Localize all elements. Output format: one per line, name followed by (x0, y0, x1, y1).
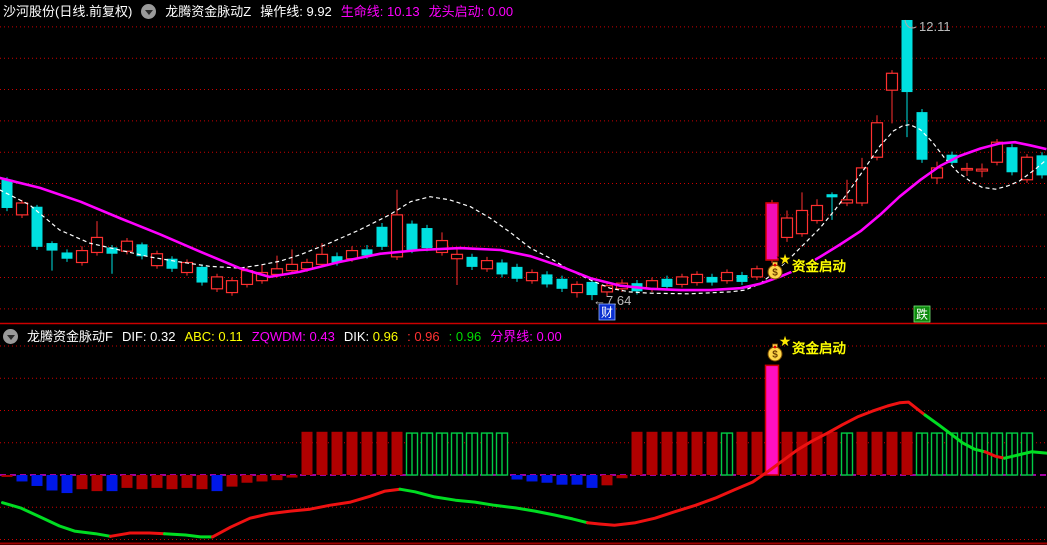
main-indicator-name[interactable]: 龙腾资金脉动Z (165, 3, 251, 20)
param-dik: DIK: 0.96 (343, 329, 399, 344)
chevron-glyph (144, 10, 153, 15)
sub-chart-area[interactable] (0, 346, 1047, 542)
main-chart-area[interactable] (0, 22, 1047, 322)
param-dif: DIF: 0.32 (121, 329, 176, 344)
param-longtou-qidong: 龙头启动: 0.00 (428, 4, 514, 19)
param-red-096: : 0.96 (407, 329, 440, 344)
param-caozuoxian: 操作线: 9.92 (260, 4, 332, 19)
param-abc: ABC: 0.11 (184, 329, 243, 344)
sub-indicator-name[interactable]: 龙腾资金脉动F (27, 328, 113, 345)
param-zqwdm: ZQWDM: 0.43 (251, 329, 335, 344)
main-chart-header: 沙河股份(日线.前复权) 龙腾资金脉动Z 操作线: 9.92 生命线: 10.1… (3, 3, 513, 20)
stock-chart-app: 沙河股份(日线.前复权) 龙腾资金脉动Z 操作线: 9.92 生命线: 10.1… (0, 0, 1047, 545)
chevron-down-icon[interactable] (141, 4, 157, 19)
chevron-down-icon[interactable] (3, 329, 18, 344)
chevron-glyph (6, 335, 15, 340)
param-green-096: : 0.96 (448, 329, 482, 344)
param-fenjiexian: 分界线: 0.00 (490, 329, 562, 344)
param-shengmingxian: 生命线: 10.13 (340, 4, 420, 19)
sub-chart-header: 龙腾资金脉动F DIF: 0.32 ABC: 0.11 ZQWDM: 0.43 … (3, 328, 562, 345)
stock-title: 沙河股份(日线.前复权) (3, 4, 133, 19)
